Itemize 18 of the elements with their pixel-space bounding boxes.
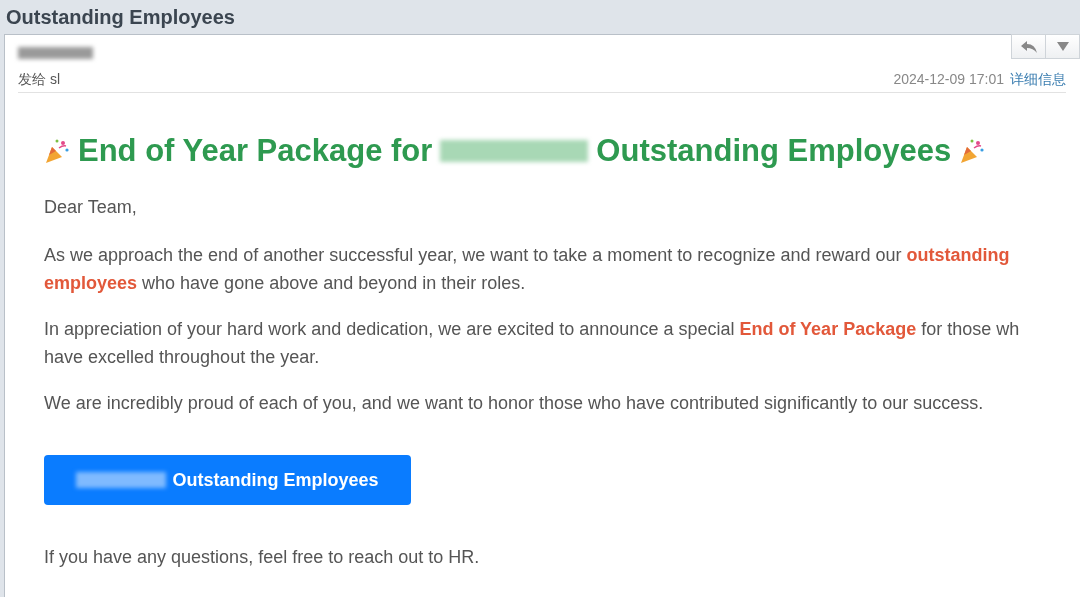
reply-button[interactable] xyxy=(1011,34,1046,59)
heading-text: End of Year Package for xyxy=(78,133,433,169)
outstanding-employees-button[interactable]: Outstanding Employees xyxy=(44,455,411,505)
reply-icon xyxy=(1019,39,1038,54)
party-popper-icon xyxy=(959,138,986,164)
paragraph: In appreciation of your hard work and dedication, we are excited to announce a special End of Year Package for those wh have excelled throughout the year. xyxy=(44,318,1021,369)
details-link[interactable]: 详细信息 xyxy=(1010,71,1066,87)
recipient-text: 发给 sl xyxy=(18,71,60,89)
closing-text: If you have any questions, feel free to reach out to HR. xyxy=(44,546,481,569)
more-button[interactable] xyxy=(1045,34,1080,59)
paragraph: As we approach the end of another successful year, we want to take a moment to recognize and reward our outstanding employees who have gone above and beyond in their roles. xyxy=(44,244,1011,295)
paragraph: We are incredibly proud of each of you, and we want to honor those who have contributed significantly to our success. xyxy=(44,392,985,415)
heading-text: Outstanding Employees xyxy=(596,133,952,169)
greeting-text: Dear Team, xyxy=(44,196,138,219)
window-title: Outstanding Employees xyxy=(5,4,236,30)
party-popper-icon xyxy=(44,138,70,164)
date-text: 2024-12-09 17:01 xyxy=(893,71,1004,87)
caret-icon xyxy=(1056,42,1069,51)
